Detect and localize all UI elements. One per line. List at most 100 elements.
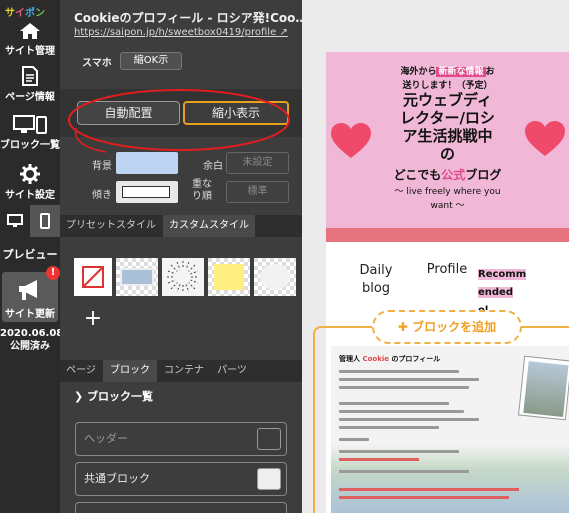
gear-icon [20, 164, 40, 184]
smartphone-view-button[interactable] [30, 205, 60, 237]
profile-text-line [339, 418, 479, 421]
megaphone-icon [19, 280, 37, 300]
panel-bottom-tabs: ページ ブロック コンテナ パーツ [60, 360, 302, 382]
header-highlight: 新新な情報 [436, 67, 486, 77]
header-line-1: 海外から 新新な情報お [326, 64, 569, 77]
icon-rail: サイポン サイト管理 ページ情報 ブロック一覧 サイト設定 プレビュー ! サイ… [0, 0, 64, 513]
block-item-next[interactable] [75, 502, 287, 513]
alert-badge: ! [46, 266, 60, 280]
block-checkbox[interactable] [257, 428, 281, 450]
rail-item-site-settings[interactable]: サイト設定 [0, 164, 60, 201]
publish-date: 2020.06.08 [0, 328, 64, 339]
smartphone-display-label: スマホ [82, 58, 112, 69]
device-blocks-icon [13, 115, 47, 134]
header-text: お [485, 67, 495, 77]
rail-item-page-info[interactable]: ページ情報 [0, 66, 60, 103]
margin-label: 余白 [203, 161, 223, 172]
style-swatch[interactable] [254, 258, 296, 296]
saipon-logo[interactable]: サイポン [5, 4, 45, 19]
tab-page[interactable]: ページ [60, 360, 102, 382]
margin-field[interactable]: 未設定 [226, 152, 289, 174]
style-swatch[interactable] [162, 258, 204, 296]
block-list-title: ブロック一覧 [87, 390, 154, 403]
profile-text-line [339, 402, 449, 405]
style-swatch[interactable] [208, 258, 250, 296]
page-url-text: https://saipon.jp/h/sweetbox0419/profile [74, 27, 277, 38]
profile-text-line [339, 426, 439, 429]
header-subtitle: どこでも公式ブログ [326, 166, 569, 183]
profile-text-highlight [339, 496, 509, 499]
site-update-button[interactable]: ! サイト更新 [2, 266, 60, 322]
background-label: 背景 [92, 161, 112, 172]
profile-text-highlight [339, 458, 419, 461]
tab-custom-style[interactable]: カスタムスタイル [163, 215, 255, 237]
z-order-field[interactable]: 標準 [226, 181, 289, 203]
yellow-note [214, 264, 244, 290]
tilt-label: 傾き [92, 190, 112, 201]
publish-state: 公開済み [10, 341, 50, 352]
background-color-swatch[interactable] [116, 152, 178, 174]
profile-text-line [339, 378, 479, 381]
profile-text-line [339, 370, 459, 373]
add-style-button[interactable]: + [74, 300, 112, 338]
tab-block[interactable]: ブロック [103, 360, 157, 382]
device-switcher [0, 205, 60, 237]
profile-text-line [339, 386, 469, 389]
profile-block[interactable]: 管理人 Cookie のプロフィール [331, 346, 569, 513]
auto-arrange-button[interactable]: 自動配置 [77, 101, 180, 125]
editor-panel: Cookieのプロフィール - ロシア発!Coo… https://saipon… [60, 0, 302, 513]
add-block-button[interactable]: ✚ ブロックを追加 [372, 310, 522, 344]
page-url-link[interactable]: https://saipon.jp/h/sweetbox0419/profile… [74, 27, 302, 38]
photo-thumb [120, 268, 154, 286]
publish-status: 2020.06.08 公開済み [0, 327, 64, 353]
block-item-common[interactable]: 共通ブロック [75, 462, 287, 496]
header-highlight: 公式 [441, 168, 466, 182]
logo-char: サ [5, 8, 15, 19]
block-item-label: 共通ブロック [84, 472, 150, 485]
shrink-display-button[interactable]: 縮小表示 [183, 101, 289, 125]
style-tabs: プリセットスタイル カスタムスタイル [60, 215, 302, 237]
photo-image [523, 361, 569, 418]
header-line-2: 送りします！（予定） [402, 81, 493, 91]
tagline-2: want ～ [430, 201, 465, 211]
no-style-swatch[interactable] [74, 258, 112, 296]
header-text: 海外から [400, 67, 437, 77]
rail-item-site-management[interactable]: サイト管理 [0, 22, 60, 57]
profile-title-text: のプロフィール [391, 355, 441, 363]
rail-label: サイト管理 [5, 46, 55, 57]
smartphone-display-toggle[interactable]: 縮OK示 [120, 52, 182, 70]
nav-daily-blog[interactable]: Daily blog [354, 262, 398, 298]
add-block-label: ブロックを追加 [412, 320, 497, 334]
preview-button[interactable]: プレビュー [0, 245, 60, 265]
external-link-icon: ↗ [279, 27, 288, 38]
profile-title-text: 管理人 [339, 355, 360, 363]
nav-text: ended [478, 287, 513, 298]
custom-style-grid: + [74, 258, 302, 342]
style-swatch[interactable] [116, 258, 158, 296]
site-header[interactable]: 海外から 新新な情報お 送りします！（予定） 元ウェブディ レクター/ロシ ア生活… [326, 52, 569, 228]
nav-text: Daily [359, 263, 393, 278]
block-item-label: ヘッダー [84, 432, 128, 445]
header-big-1: 元ウェブディ [403, 91, 492, 109]
block-item-header[interactable]: ヘッダー [75, 422, 287, 456]
device-toggle-icon[interactable] [257, 468, 281, 490]
block-list-heading[interactable]: ❯ ブロック一覧 [74, 388, 153, 404]
chevron-down-icon: ❯ [74, 390, 84, 403]
document-icon [22, 66, 38, 86]
profile-text-line [339, 450, 459, 453]
tab-container[interactable]: コンテナ [158, 360, 210, 382]
home-icon [20, 23, 40, 39]
burst-pattern-icon [167, 261, 199, 293]
profile-photo[interactable] [517, 355, 569, 421]
pc-view-button[interactable] [0, 205, 30, 237]
border-preview [122, 186, 170, 198]
border-style-swatch[interactable] [116, 181, 178, 203]
tab-parts[interactable]: パーツ [211, 360, 253, 382]
nav-text: blog [361, 281, 391, 296]
rail-item-block-list[interactable]: ブロック一覧 [0, 114, 60, 151]
profile-title: 管理人 Cookie のプロフィール [339, 354, 440, 364]
none-icon [82, 266, 104, 288]
tab-preset-style[interactable]: プリセットスタイル [60, 215, 162, 237]
logo-char: イ [15, 8, 25, 19]
nav-profile[interactable]: Profile [422, 262, 472, 277]
